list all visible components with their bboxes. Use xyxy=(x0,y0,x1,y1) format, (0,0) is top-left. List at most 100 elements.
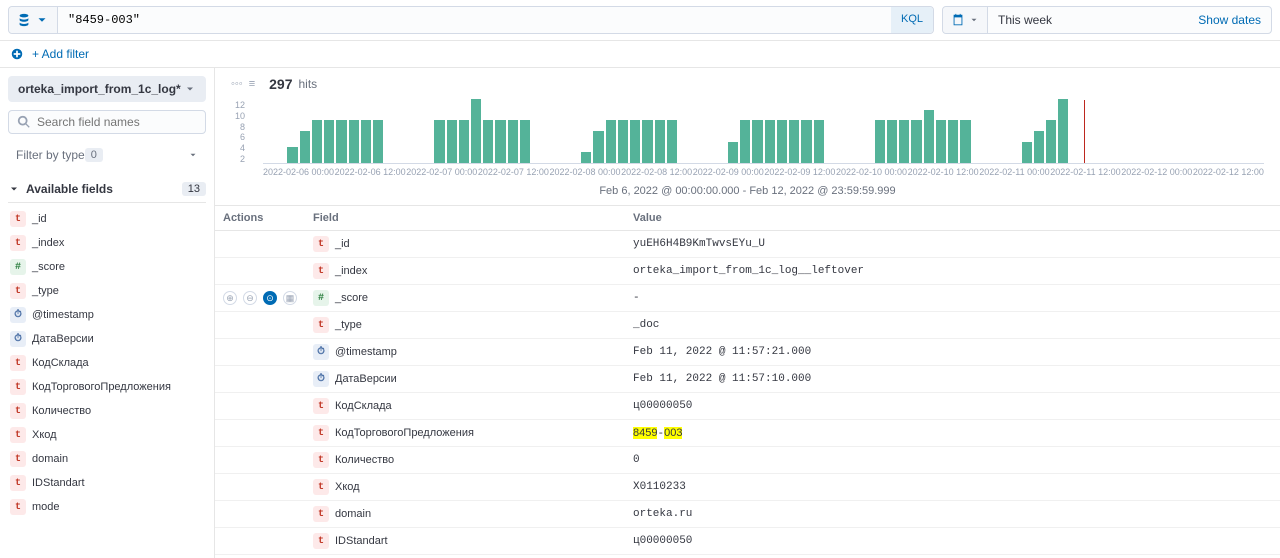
index-pattern-select[interactable]: orteka_import_from_1c_log* xyxy=(8,76,206,102)
bar[interactable] xyxy=(300,131,310,163)
calendar-button[interactable] xyxy=(943,7,988,33)
field-type-icon: t xyxy=(313,452,329,468)
bar[interactable] xyxy=(814,120,824,163)
field-value: Feb 11, 2022 @ 11:57:21.000 xyxy=(625,339,1280,366)
field-type-icon: t xyxy=(10,211,26,227)
field-type-icon: t xyxy=(10,379,26,395)
table-row: ⊕⊖⊙▦tКоличество0 xyxy=(215,447,1280,474)
field-name: КодСклада xyxy=(335,400,392,412)
column-icon[interactable]: ▦ xyxy=(283,291,297,305)
field-name: _type xyxy=(32,285,59,297)
bar[interactable] xyxy=(495,120,505,163)
tool-icon[interactable]: ≡ xyxy=(249,78,255,90)
field-search-input[interactable] xyxy=(37,115,197,129)
bar[interactable] xyxy=(361,120,371,163)
bar[interactable] xyxy=(312,120,322,163)
toggle-icon[interactable]: ⊙ xyxy=(263,291,277,305)
bar[interactable] xyxy=(630,120,640,163)
field-item[interactable]: ⏱ДатаВерсии xyxy=(8,327,206,351)
histogram-chart[interactable]: 12108642 2022-02-06 00:002022-02-06 12:0… xyxy=(215,100,1280,181)
bar[interactable] xyxy=(471,99,481,163)
bar[interactable] xyxy=(1022,142,1032,163)
bar[interactable] xyxy=(581,152,591,163)
bar[interactable] xyxy=(618,120,628,163)
field-item[interactable]: t_type xyxy=(8,279,206,303)
search-input[interactable] xyxy=(58,7,891,33)
bar[interactable] xyxy=(1046,120,1056,163)
bar[interactable] xyxy=(459,120,469,163)
bar[interactable] xyxy=(434,120,444,163)
remove-icon[interactable]: ⊖ xyxy=(243,291,257,305)
date-label[interactable]: This week xyxy=(988,7,1188,33)
field-name: КодТорговогоПредложения xyxy=(335,427,474,439)
bar[interactable] xyxy=(447,120,457,163)
bar[interactable] xyxy=(728,142,738,163)
bar[interactable] xyxy=(924,110,934,163)
bar[interactable] xyxy=(349,120,359,163)
bar[interactable] xyxy=(483,120,493,163)
bar[interactable] xyxy=(324,120,334,163)
field-item[interactable]: tХкод xyxy=(8,423,206,447)
bar[interactable] xyxy=(606,120,616,163)
data-source-button[interactable] xyxy=(9,7,58,33)
search-bar: KQL xyxy=(8,6,934,34)
bar[interactable] xyxy=(777,120,787,163)
bar[interactable] xyxy=(593,131,603,163)
bar[interactable] xyxy=(1034,131,1044,163)
field-name: Хкод xyxy=(32,429,57,441)
field-item[interactable]: tmode xyxy=(8,495,206,519)
kql-button[interactable]: KQL xyxy=(891,7,933,33)
field-type-icon: ⏱ xyxy=(10,307,26,323)
add-filter-button[interactable]: + Add filter xyxy=(32,47,89,61)
bar[interactable] xyxy=(911,120,921,163)
tool-icon[interactable]: ◦◦◦ xyxy=(231,78,243,90)
field-item[interactable]: tКодСклада xyxy=(8,351,206,375)
bar[interactable] xyxy=(336,120,346,163)
field-item[interactable]: tКодТорговогоПредложения xyxy=(8,375,206,399)
field-item[interactable]: tIDStandart xyxy=(8,471,206,495)
field-name: @timestamp xyxy=(335,346,397,358)
bar[interactable] xyxy=(667,120,677,163)
bar[interactable] xyxy=(520,120,530,163)
add-icon[interactable]: ⊕ xyxy=(223,291,237,305)
bar[interactable] xyxy=(765,120,775,163)
field-search[interactable] xyxy=(8,110,206,134)
show-dates-link[interactable]: Show dates xyxy=(1188,7,1271,33)
bar[interactable] xyxy=(960,120,970,163)
bar[interactable] xyxy=(948,120,958,163)
bar[interactable] xyxy=(1058,99,1068,163)
bar[interactable] xyxy=(740,120,750,163)
bar[interactable] xyxy=(287,147,297,163)
field-list: t_idt_index#_scoret_type⏱@timestamp⏱Дата… xyxy=(0,203,214,523)
field-type-icon: ⏱ xyxy=(10,331,26,347)
field-name: Количество xyxy=(32,405,91,417)
field-item[interactable]: ⏱ @timestamp xyxy=(8,303,206,327)
bar[interactable] xyxy=(875,120,885,163)
field-item[interactable]: t_index xyxy=(8,231,206,255)
bar[interactable] xyxy=(752,120,762,163)
hits-label: hits xyxy=(298,77,317,91)
field-type-icon: t xyxy=(10,235,26,251)
main: orteka_import_from_1c_log* Filter by typ… xyxy=(0,68,1280,558)
bar[interactable] xyxy=(373,120,383,163)
bar[interactable] xyxy=(936,120,946,163)
bar[interactable] xyxy=(899,120,909,163)
bar[interactable] xyxy=(655,120,665,163)
bar[interactable] xyxy=(789,120,799,163)
field-type-icon: t xyxy=(313,533,329,549)
field-item[interactable]: tКоличество xyxy=(8,399,206,423)
field-name: @timestamp xyxy=(32,309,94,321)
search-icon xyxy=(17,115,31,129)
field-item[interactable]: t_id xyxy=(8,207,206,231)
bar[interactable] xyxy=(801,120,811,163)
filter-by-type[interactable]: Filter by type 0 xyxy=(8,142,206,168)
bar[interactable] xyxy=(887,120,897,163)
bar[interactable] xyxy=(642,120,652,163)
available-fields-header[interactable]: Available fields 13 xyxy=(8,176,206,203)
field-name: ДатаВерсии xyxy=(335,373,397,385)
chevron-down-icon xyxy=(35,13,49,27)
bar[interactable] xyxy=(508,120,518,163)
field-item[interactable]: #_score xyxy=(8,255,206,279)
field-value: 0 xyxy=(625,447,1280,474)
field-item[interactable]: tdomain xyxy=(8,447,206,471)
